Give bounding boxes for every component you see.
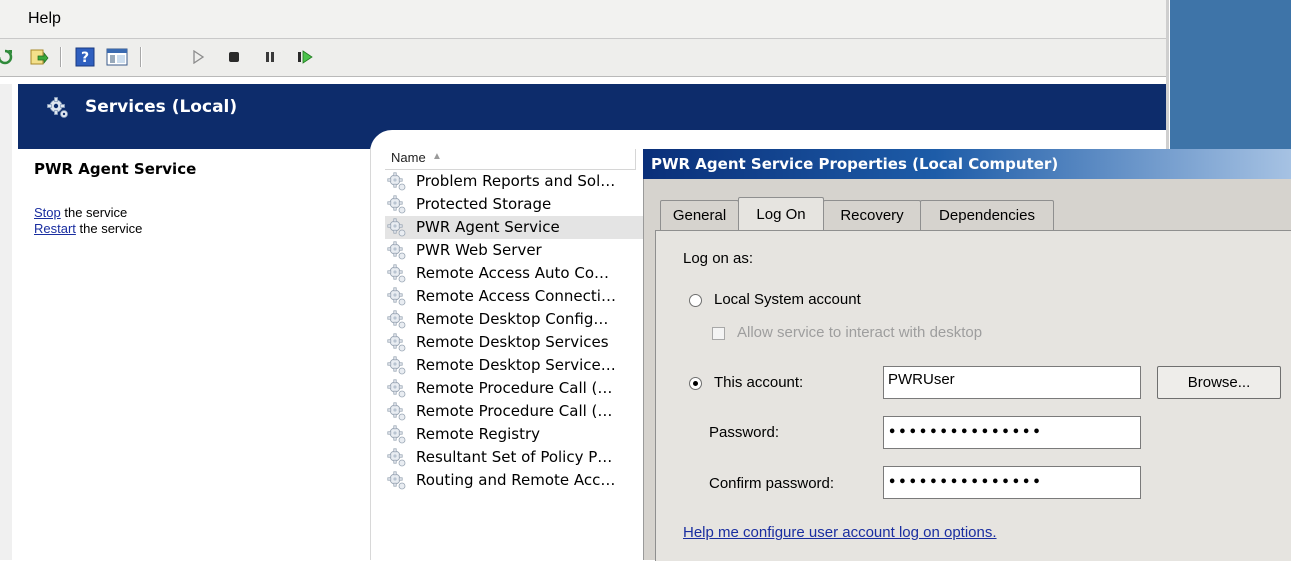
this-account-label: This account: [714, 374, 804, 391]
service-name: Routing and Remote Acc… [416, 471, 616, 489]
stop-service-link[interactable]: Stop [34, 205, 61, 220]
service-gear-icon [387, 471, 407, 492]
service-gear-icon [387, 241, 407, 262]
service-name: Remote Access Connecti… [416, 287, 616, 305]
service-name: Remote Desktop Config… [416, 310, 609, 328]
services-gear-icon [46, 96, 70, 125]
service-name: Remote Access Auto Co… [416, 264, 610, 282]
service-list-item[interactable]: Remote Desktop Service… [385, 354, 643, 377]
dialog-title: PWR Agent Service Properties (Local Comp… [651, 155, 1059, 173]
service-list-item[interactable]: Remote Access Connecti… [385, 285, 643, 308]
service-list-item[interactable]: Protected Storage [385, 193, 643, 216]
service-list-item[interactable]: PWR Agent Service [385, 216, 643, 239]
interact-desktop-label: Allow service to interact with desktop [737, 324, 983, 341]
service-list-item[interactable]: Problem Reports and Sol… [385, 170, 643, 193]
service-gear-icon [387, 379, 407, 400]
name-column-label: Name [391, 150, 426, 165]
service-gear-icon [387, 310, 407, 331]
service-list-item[interactable]: Remote Desktop Services [385, 331, 643, 354]
service-list-item[interactable]: Remote Procedure Call (… [385, 400, 643, 423]
toolbar: ? [0, 39, 1168, 77]
logon-help-link[interactable]: Help me configure user account log on op… [683, 524, 997, 541]
browse-button[interactable]: Browse... [1157, 366, 1281, 399]
service-name: Remote Procedure Call (… [416, 379, 613, 397]
service-list-item[interactable]: Remote Procedure Call (… [385, 377, 643, 400]
service-name: Remote Registry [416, 425, 541, 443]
service-gear-icon [387, 356, 407, 377]
help-icon[interactable]: ? [74, 46, 96, 68]
tab-recovery[interactable]: Recovery [823, 200, 921, 230]
service-gear-icon [387, 195, 407, 216]
service-name: Resultant Set of Policy P… [416, 448, 613, 466]
service-gear-icon [387, 172, 407, 193]
menu-help[interactable]: Help [28, 10, 61, 28]
service-list-item[interactable]: Remote Desktop Config… [385, 308, 643, 331]
service-name: PWR Agent Service [416, 218, 560, 236]
local-system-radio[interactable] [689, 294, 702, 307]
password-field[interactable]: ••••••••••••••• [883, 416, 1141, 449]
service-name: Remote Desktop Services [416, 333, 609, 351]
service-gear-icon [387, 402, 407, 423]
tab-dependencies[interactable]: Dependencies [920, 200, 1054, 230]
service-list-item[interactable]: Remote Access Auto Co… [385, 262, 643, 285]
service-name: PWR Web Server [416, 241, 542, 259]
toolbar-separator [60, 47, 62, 67]
toolbar-separator [140, 47, 142, 67]
password-label: Password: [709, 424, 780, 441]
menu-bar [0, 0, 1168, 39]
local-system-label: Local System account [714, 291, 861, 308]
stop-service-line: Stop the service [34, 205, 128, 220]
service-gear-icon [387, 218, 407, 239]
export-list-icon[interactable] [28, 46, 50, 68]
confirm-password-label: Confirm password: [709, 475, 835, 492]
show-hide-console-tree-icon[interactable] [106, 46, 128, 68]
interact-desktop-checkbox[interactable] [712, 327, 725, 340]
log-on-as-label: Log on as: [683, 250, 754, 267]
service-name: Protected Storage [416, 195, 552, 213]
service-name: Problem Reports and Sol… [416, 172, 616, 190]
restart-service-line: Restart the service [34, 221, 143, 236]
resume-service-icon[interactable] [294, 46, 316, 68]
service-list-item[interactable]: Resultant Set of Policy P… [385, 446, 643, 469]
account-name-field[interactable]: PWRUser [883, 366, 1141, 399]
svg-text:?: ? [81, 50, 89, 66]
start-service-icon[interactable] [187, 46, 209, 68]
pause-service-icon[interactable] [259, 46, 281, 68]
selected-service-name: PWR Agent Service [34, 160, 197, 178]
service-gear-icon [387, 264, 407, 285]
service-gear-icon [387, 425, 407, 446]
service-list-item[interactable]: Remote Registry [385, 423, 643, 446]
service-gear-icon [387, 287, 407, 308]
sort-ascending-icon: ▲ [432, 151, 442, 162]
service-list-item[interactable]: Routing and Remote Acc… [385, 469, 643, 492]
tab-general[interactable]: General [660, 200, 739, 230]
console-tree-edge [0, 84, 12, 560]
tab-log-on[interactable]: Log On [738, 197, 824, 230]
refresh-icon[interactable] [0, 46, 16, 68]
service-list-item[interactable]: PWR Web Server [385, 239, 643, 262]
service-gear-icon [387, 333, 407, 354]
this-account-radio[interactable] [689, 377, 702, 390]
service-name: Remote Desktop Service… [416, 356, 616, 374]
confirm-password-field[interactable]: ••••••••••••••• [883, 466, 1141, 499]
page-title: Services (Local) [85, 97, 238, 117]
stop-service-icon[interactable] [223, 46, 245, 68]
restart-service-link[interactable]: Restart [34, 221, 76, 236]
service-gear-icon [387, 448, 407, 469]
service-name: Remote Procedure Call (… [416, 402, 613, 420]
